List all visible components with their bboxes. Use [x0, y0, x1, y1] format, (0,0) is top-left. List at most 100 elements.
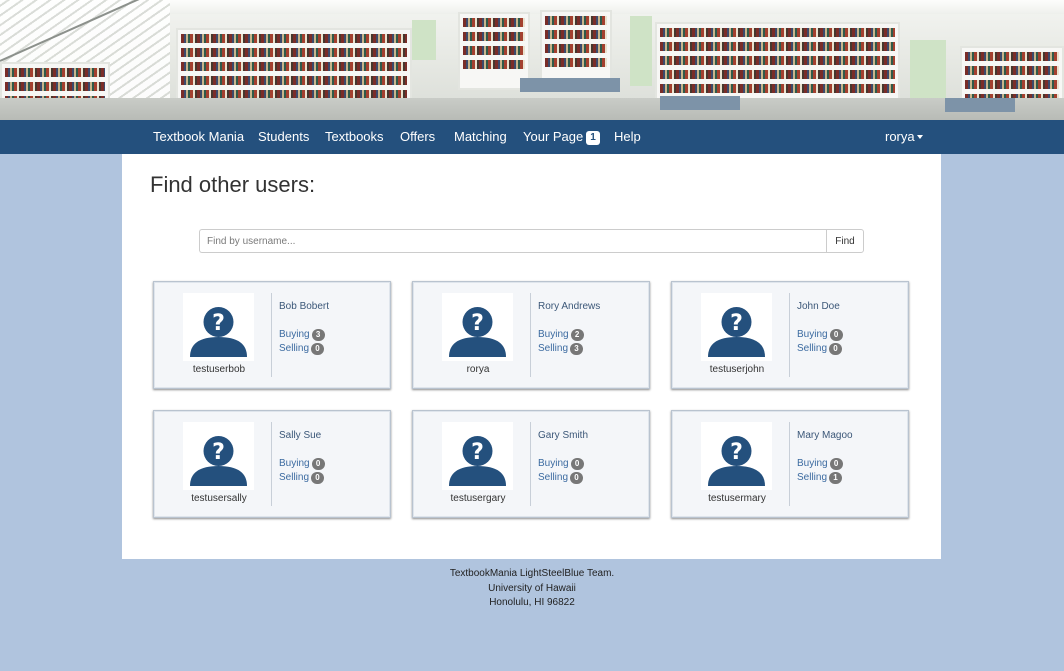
user-avatar: ?	[701, 293, 772, 361]
selling-label: Selling	[279, 343, 310, 354]
unknown-user-icon: ?	[708, 436, 765, 486]
nav-students-link[interactable]: Students	[258, 120, 309, 154]
card-username: testusersally	[191, 493, 247, 504]
selling-count-badge: 0	[570, 472, 584, 484]
selling-label: Selling	[279, 472, 310, 483]
username-search-input[interactable]	[199, 229, 826, 253]
svg-text:?: ?	[212, 440, 225, 465]
card-buying-stat: Buying 0	[797, 329, 843, 341]
unknown-user-icon: ?	[449, 436, 506, 486]
card-buying-stat: Buying 0	[279, 458, 325, 470]
card-selling-stat: Selling 1	[797, 472, 843, 484]
nav-textbooks-link[interactable]: Textbooks	[325, 120, 384, 154]
nav-brand-link[interactable]: Textbook Mania	[153, 120, 244, 154]
buying-label: Buying	[538, 329, 569, 340]
user-card[interactable]: ? testuserbob Bob Bobert Buying 3 Selling 0	[153, 281, 391, 389]
user-menu-dropdown[interactable]: rorya	[885, 120, 923, 154]
user-avatar: ?	[701, 422, 772, 490]
user-card[interactable]: ? testusergary Gary Smith Buying 0 Selling 0	[412, 410, 650, 518]
user-menu-label: rorya	[885, 129, 915, 144]
user-avatar: ?	[183, 293, 254, 361]
buying-label: Buying	[538, 458, 569, 469]
svg-text:?: ?	[212, 311, 225, 336]
card-buying-stat: Buying 0	[538, 458, 584, 470]
card-username: testuserjohn	[709, 364, 765, 375]
unknown-user-icon: ?	[449, 307, 506, 357]
card-divider	[271, 293, 272, 377]
card-divider	[789, 422, 790, 506]
svg-text:?: ?	[730, 311, 743, 336]
card-divider	[530, 293, 531, 377]
card-full-name: Rory Andrews	[538, 301, 601, 312]
selling-count-badge: 1	[829, 472, 843, 484]
card-full-name: Bob Bobert	[279, 301, 330, 312]
buying-label: Buying	[279, 329, 310, 340]
user-avatar: ?	[442, 293, 513, 361]
selling-count-badge: 0	[829, 343, 843, 355]
card-username: testusergary	[450, 493, 506, 504]
buying-count-badge: 0	[829, 458, 843, 470]
card-divider	[789, 293, 790, 377]
card-username: testusermary	[708, 493, 766, 504]
buying-count-badge: 2	[570, 329, 584, 341]
page-title: Find other users:	[150, 172, 316, 197]
nav-your-page-label: Your Page	[523, 129, 584, 144]
card-buying-stat: Buying 3	[279, 329, 325, 341]
card-divider	[530, 422, 531, 506]
nav-offers-link[interactable]: Offers	[400, 120, 435, 154]
nav-help-link[interactable]: Help	[614, 120, 641, 154]
buying-label: Buying	[797, 458, 828, 469]
card-selling-stat: Selling 3	[538, 343, 584, 355]
nav-your-page-link[interactable]: Your Page 1	[523, 120, 600, 154]
navbar: Textbook Mania Students Textbooks Offers…	[0, 120, 1064, 154]
selling-count-badge: 0	[311, 472, 325, 484]
card-divider	[271, 422, 272, 506]
selling-count-badge: 3	[570, 343, 584, 355]
card-username: rorya	[466, 364, 490, 375]
find-button[interactable]: Find	[826, 229, 864, 253]
buying-count-badge: 0	[570, 458, 584, 470]
footer-university: University of Hawaii	[488, 582, 576, 594]
svg-text:?: ?	[471, 311, 484, 336]
user-avatar: ?	[183, 422, 254, 490]
svg-text:?: ?	[471, 440, 484, 465]
user-card[interactable]: ? testuserjohn John Doe Buying 0 Selling 0	[671, 281, 909, 389]
card-username: testuserbob	[192, 364, 246, 375]
buying-label: Buying	[797, 329, 828, 340]
card-full-name: Gary Smith	[538, 430, 589, 441]
user-avatar: ?	[442, 422, 513, 490]
main-panel: Find other users: Find ? testuserbob Bob B…	[122, 154, 941, 559]
footer-team: TextbookMania LightSteelBlue Team.	[449, 568, 615, 579]
selling-label: Selling	[538, 343, 569, 354]
buying-count-badge: 3	[311, 329, 325, 341]
user-card[interactable]: ? testusermary Mary Magoo Buying 0 Selling 1	[671, 410, 909, 518]
card-buying-stat: Buying 0	[797, 458, 843, 470]
your-page-count-badge: 1	[586, 131, 600, 145]
user-card[interactable]: ? testusersally Sally Sue Buying 0 Selling 0	[153, 410, 391, 518]
buying-count-badge: 0	[311, 458, 325, 470]
buying-count-badge: 0	[829, 329, 843, 341]
card-buying-stat: Buying 2	[538, 329, 584, 341]
card-full-name: John Doe	[797, 301, 840, 312]
unknown-user-icon: ?	[708, 307, 765, 357]
selling-label: Selling	[797, 472, 828, 483]
footer: TextbookMania LightSteelBlue Team. Unive…	[0, 567, 1064, 611]
card-selling-stat: Selling 0	[797, 343, 843, 355]
user-card[interactable]: ? rorya Rory Andrews Buying 2 Selling 3	[412, 281, 650, 389]
unknown-user-icon: ?	[190, 436, 247, 486]
selling-label: Selling	[538, 472, 569, 483]
svg-text:?: ?	[730, 440, 743, 465]
card-selling-stat: Selling 0	[538, 472, 584, 484]
buying-label: Buying	[279, 458, 310, 469]
selling-label: Selling	[797, 343, 828, 354]
selling-count-badge: 0	[311, 343, 325, 355]
unknown-user-icon: ?	[190, 307, 247, 357]
card-selling-stat: Selling 0	[279, 472, 325, 484]
footer-address: Honolulu, HI 96822	[489, 597, 575, 608]
card-full-name: Sally Sue	[279, 430, 322, 441]
library-banner-image	[0, 0, 1064, 120]
card-full-name: Mary Magoo	[797, 430, 853, 441]
caret-down-icon	[916, 135, 923, 139]
card-selling-stat: Selling 0	[279, 343, 325, 355]
nav-matching-link[interactable]: Matching	[454, 120, 507, 154]
